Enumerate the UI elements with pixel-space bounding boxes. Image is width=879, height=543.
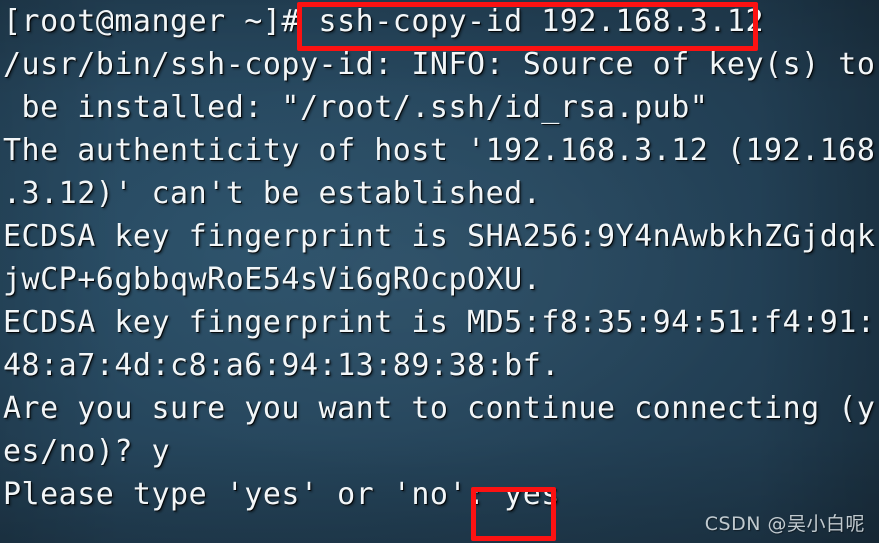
terminal-window[interactable]: [root@manger ~]# ssh-copy-id 192.168.3.1… [0, 0, 879, 543]
terminal-line-authenticity-2: .3.12)' can't be established. [3, 176, 542, 211]
terminal-line-sha256-1: ECDSA key fingerprint is SHA256:9Y4nAwbk… [3, 219, 876, 254]
terminal-line-confirm-1: Are you sure you want to continue connec… [3, 391, 876, 426]
terminal-line-authenticity-1: The authenticity of host '192.168.3.12 (… [3, 133, 876, 168]
terminal-line-confirm-2: es/no)? y [3, 434, 171, 469]
terminal-line-prompt: [root@manger ~]# ssh-copy-id 192.168.3.1… [3, 4, 765, 39]
terminal-line-sha256-2: jwCP+6gbbqwRoE54sVi6gROcpOXU. [3, 262, 542, 297]
terminal-line-md5-1: ECDSA key fingerprint is MD5:f8:35:94:51… [3, 305, 876, 340]
terminal-line-info-source: /usr/bin/ssh-copy-id: INFO: Source of ke… [3, 47, 876, 82]
terminal-line-info-keypath: be installed: "/root/.ssh/id_rsa.pub" [3, 90, 709, 125]
terminal-output[interactable]: [root@manger ~]# ssh-copy-id 192.168.3.1… [0, 0, 879, 516]
terminal-line-md5-2: 48:a7:4d:c8:a6:94:13:89:38:bf. [3, 348, 560, 383]
csdn-watermark: CSDN @吴小白呢 [704, 513, 865, 535]
